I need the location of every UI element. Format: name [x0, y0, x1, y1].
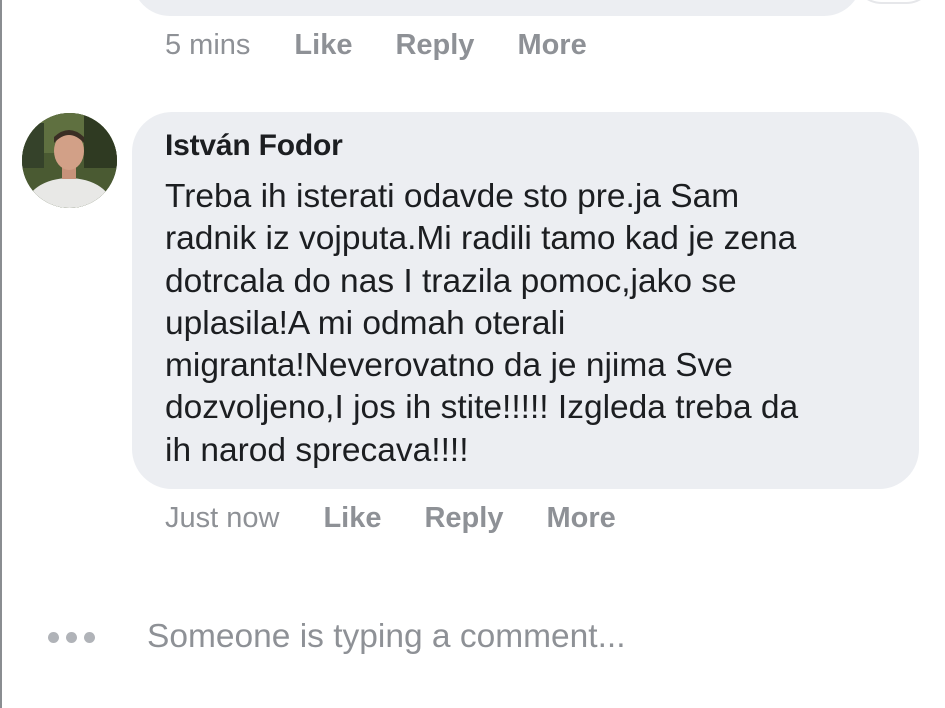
- avatar[interactable]: [22, 113, 117, 208]
- previous-comment-bubble: [132, 0, 862, 16]
- previous-more-button[interactable]: More: [517, 29, 586, 62]
- reply-button[interactable]: Reply: [424, 502, 503, 535]
- comment-actions: Just now Like Reply More: [165, 498, 616, 538]
- avatar-image: [22, 113, 117, 208]
- like-button[interactable]: Like: [323, 502, 381, 535]
- typing-text: Someone is typing a comment...: [147, 618, 626, 655]
- previous-like-button[interactable]: Like: [294, 29, 352, 62]
- more-button[interactable]: More: [546, 502, 615, 535]
- previous-comment-time: 5 mins: [165, 28, 251, 61]
- comment-time: Just now: [165, 501, 280, 534]
- comments-thread: 5 mins Like Reply More István Fodor Treb…: [0, 0, 945, 708]
- typing-indicator: Someone is typing a comment...: [48, 612, 626, 662]
- previous-comment-reactions[interactable]: [852, 0, 936, 4]
- previous-reply-button[interactable]: Reply: [395, 29, 474, 62]
- comment-text: Treba ih isterati odavde sto pre.ja Sam …: [165, 178, 799, 469]
- comment-author-name[interactable]: István Fodor: [165, 129, 343, 163]
- typing-dots-icon: [48, 631, 95, 643]
- screen-edge-divider: [0, 0, 2, 708]
- previous-comment-actions: 5 mins Like Reply More: [165, 25, 587, 65]
